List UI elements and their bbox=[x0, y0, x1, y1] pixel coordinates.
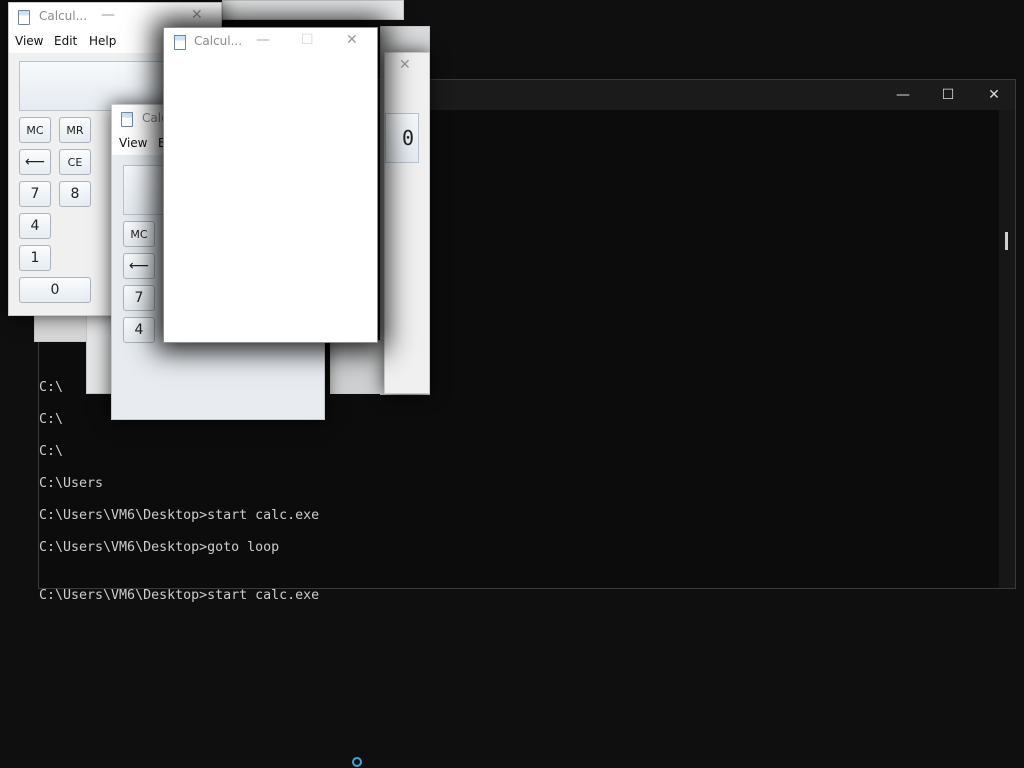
calc-title: Calcul... bbox=[194, 34, 243, 48]
key-1[interactable]: 1 bbox=[19, 245, 51, 271]
key-4[interactable]: 4 bbox=[123, 317, 155, 343]
close-icon[interactable]: ✕ bbox=[346, 32, 358, 48]
console-close-button[interactable]: ✕ bbox=[971, 80, 1017, 110]
mc-button[interactable]: MC bbox=[19, 117, 51, 143]
calculator-window-front[interactable]: Calcul... — ☐ ✕ bbox=[163, 27, 378, 343]
menu-help[interactable]: Help bbox=[89, 34, 116, 48]
close-icon[interactable]: ✕ bbox=[191, 7, 203, 23]
console-line: C:\ bbox=[39, 380, 64, 395]
ce-button[interactable]: CE bbox=[59, 149, 91, 175]
calc-ghost-frame bbox=[222, 0, 404, 20]
calculator-icon bbox=[18, 10, 30, 25]
console-scroll-thumb[interactable] bbox=[1005, 232, 1008, 250]
key-7[interactable]: 7 bbox=[123, 285, 155, 311]
minimize-icon[interactable]: — bbox=[256, 32, 270, 48]
busy-cursor-icon bbox=[352, 757, 362, 767]
calculator-icon bbox=[121, 112, 133, 127]
maximize-icon: ☐ bbox=[301, 32, 314, 48]
calc-title: Calcul... bbox=[39, 9, 88, 23]
console-scrollbar[interactable] bbox=[999, 110, 1015, 588]
mr-button[interactable]: MR bbox=[59, 117, 91, 143]
close-icon[interactable]: ✕ bbox=[399, 57, 411, 73]
console-line: C:\ bbox=[39, 444, 64, 459]
console-maximize-button[interactable]: ☐ bbox=[925, 80, 971, 110]
calc-display-value: 0 bbox=[401, 126, 414, 150]
minimize-icon[interactable]: — bbox=[101, 7, 115, 23]
menu-edit[interactable]: Edit bbox=[54, 34, 77, 48]
console-line: C:\Users\VM6\Desktop>start calc.exe bbox=[39, 508, 320, 523]
calc-titlebar[interactable]: Calcul... — ☐ ✕ bbox=[164, 28, 377, 56]
backspace-button[interactable]: ⟵ bbox=[19, 149, 51, 175]
console-line: C:\Users\VM6\Desktop>goto loop bbox=[39, 540, 280, 555]
calculator-window-right[interactable]: ✕ 0 bbox=[384, 52, 430, 394]
key-7[interactable]: 7 bbox=[19, 181, 51, 207]
mc-button[interactable]: MC bbox=[123, 221, 155, 247]
console-line: C:\ bbox=[39, 412, 64, 427]
console-minimize-button[interactable]: — bbox=[880, 80, 926, 110]
menu-view[interactable]: View bbox=[119, 136, 147, 150]
calculator-icon bbox=[174, 35, 186, 50]
key-8[interactable]: 8 bbox=[59, 181, 91, 207]
console-line: C:\Users\VM6\Desktop>start calc.exe bbox=[39, 588, 320, 603]
key-0[interactable]: 0 bbox=[19, 277, 91, 303]
calc-display: 0 bbox=[385, 113, 419, 163]
key-4[interactable]: 4 bbox=[19, 213, 51, 239]
console-line: C:\Users bbox=[39, 476, 104, 491]
backspace-button[interactable]: ⟵ bbox=[123, 253, 155, 279]
menu-view[interactable]: View bbox=[15, 34, 43, 48]
